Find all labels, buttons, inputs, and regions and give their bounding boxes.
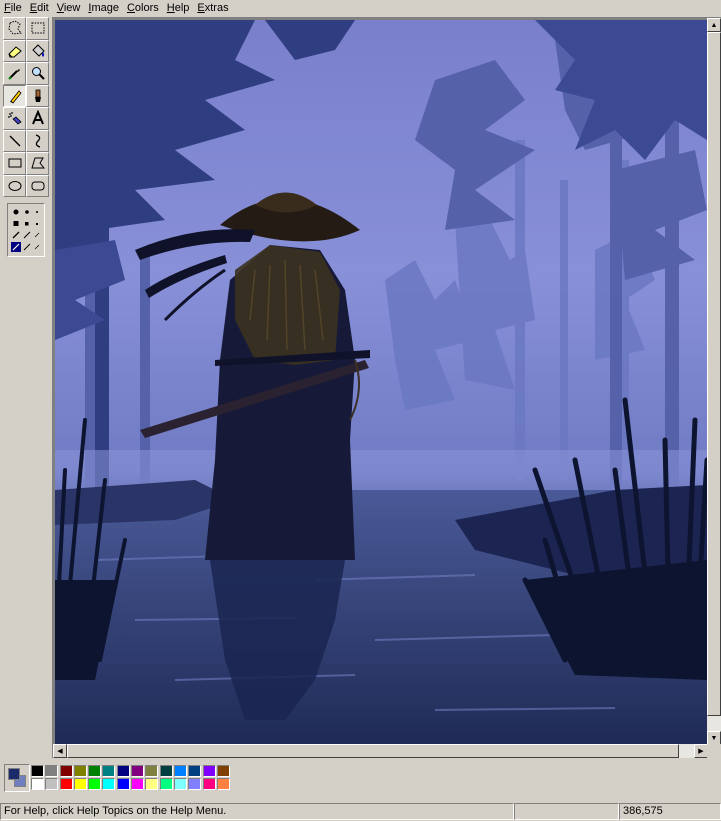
palette-swatch[interactable] <box>159 778 173 790</box>
scroll-up-button[interactable]: ▲ <box>707 18 721 32</box>
brush-tool[interactable] <box>26 84 49 107</box>
status-coordinates: 386,575 <box>619 802 721 820</box>
menu-image[interactable]: Image <box>84 0 123 16</box>
palette-swatch[interactable] <box>59 765 73 777</box>
rectangle-tool[interactable] <box>3 152 26 175</box>
palette-swatch[interactable] <box>102 778 116 790</box>
airbrush-tool[interactable] <box>3 107 26 130</box>
fill-bucket-icon <box>31 44 45 57</box>
palette-swatch[interactable] <box>159 765 173 777</box>
palette-swatch[interactable] <box>73 778 87 790</box>
menu-view[interactable]: View <box>53 0 85 16</box>
palette-swatch[interactable] <box>88 765 102 777</box>
eraser-icon <box>7 46 22 58</box>
arrow-down-icon: ▼ <box>710 734 718 742</box>
palette-swatch[interactable] <box>31 778 44 790</box>
palette-swatch[interactable] <box>202 765 216 777</box>
drawing-canvas[interactable] <box>55 20 707 745</box>
color-picker-tool[interactable] <box>3 62 26 85</box>
palette-swatch[interactable] <box>188 765 202 777</box>
ellipse-icon <box>8 180 21 191</box>
status-bar: For Help, click Help Topics on the Help … <box>0 801 721 821</box>
foreground-color-swatch[interactable] <box>8 768 20 780</box>
palette-swatch[interactable] <box>116 765 130 777</box>
airbrush-icon <box>7 112 22 125</box>
arrow-up-icon: ▲ <box>710 21 718 29</box>
palette-swatch[interactable] <box>88 778 102 790</box>
free-select-tool[interactable] <box>3 17 26 40</box>
curve-icon <box>35 134 40 148</box>
palette-swatch[interactable] <box>173 778 187 790</box>
palette-swatch[interactable] <box>188 778 202 790</box>
pencil-tool[interactable] <box>3 84 26 107</box>
current-colors-box[interactable] <box>4 764 30 792</box>
rect-select-tool[interactable] <box>26 17 49 40</box>
vertical-scroll-thumb[interactable] <box>707 32 721 716</box>
scrollbar-corner <box>707 744 721 758</box>
brush-shape-options-icon <box>11 209 40 252</box>
scroll-right-button[interactable]: ▶ <box>694 744 708 758</box>
palette-swatch[interactable] <box>173 765 187 777</box>
status-help-text: For Help, click Help Topics on the Help … <box>0 802 514 820</box>
horizontal-scrollbar[interactable]: ◀ ▶ <box>53 744 708 758</box>
tool-options-box[interactable] <box>7 203 45 257</box>
palette-swatch[interactable] <box>31 765 44 777</box>
curve-tool[interactable] <box>26 129 49 152</box>
scroll-down-button[interactable]: ▼ <box>707 731 721 745</box>
menu-bar: File Edit View Image Colors Help Extras <box>0 0 721 16</box>
color-picker-icon <box>7 69 20 80</box>
palette-swatch[interactable] <box>131 778 145 790</box>
magnifier-tool[interactable] <box>26 62 49 85</box>
palette-swatch[interactable] <box>145 765 159 777</box>
vertical-scrollbar[interactable]: ▲ ▼ <box>707 18 721 745</box>
menu-file[interactable]: File <box>0 0 26 16</box>
polygon-icon <box>30 157 45 169</box>
brush-icon <box>34 89 41 102</box>
rectangle-icon <box>8 158 21 168</box>
palette-swatches <box>31 765 231 791</box>
color-palette <box>0 759 721 797</box>
free-select-icon <box>7 20 22 35</box>
arrow-right-icon: ▶ <box>698 747 704 755</box>
toolbox <box>3 17 49 259</box>
eraser-tool[interactable] <box>3 39 26 62</box>
menu-extras[interactable]: Extras <box>193 0 232 16</box>
canvas-area: ▲ ▼ ◀ ▶ <box>52 17 721 758</box>
palette-swatch[interactable] <box>45 778 59 790</box>
palette-swatch[interactable] <box>102 765 116 777</box>
rounded-rect-icon <box>31 181 44 191</box>
magnifier-icon <box>31 67 45 80</box>
palette-swatch[interactable] <box>116 778 130 790</box>
scroll-left-button[interactable]: ◀ <box>53 744 67 758</box>
fill-tool[interactable] <box>26 39 49 62</box>
polygon-tool[interactable] <box>26 152 49 175</box>
line-tool[interactable] <box>3 129 26 152</box>
menu-help[interactable]: Help <box>163 0 194 16</box>
arrow-left-icon: ◀ <box>57 747 63 755</box>
palette-swatch[interactable] <box>216 765 230 777</box>
menu-edit[interactable]: Edit <box>26 0 53 16</box>
status-size-pane <box>514 802 619 820</box>
rect-select-icon <box>31 22 44 34</box>
palette-swatch[interactable] <box>131 765 145 777</box>
canvas-painting <box>55 20 707 745</box>
palette-swatch[interactable] <box>216 778 230 790</box>
palette-swatch[interactable] <box>202 778 216 790</box>
menu-colors[interactable]: Colors <box>123 0 163 16</box>
ellipse-tool[interactable] <box>3 174 26 197</box>
horizontal-scroll-thumb[interactable] <box>67 744 679 758</box>
rounded-rect-tool[interactable] <box>26 174 49 197</box>
pencil-icon <box>9 90 22 104</box>
line-icon <box>9 135 20 147</box>
text-icon <box>31 110 44 125</box>
palette-swatch[interactable] <box>145 778 159 790</box>
palette-swatch[interactable] <box>73 765 87 777</box>
palette-swatch[interactable] <box>59 778 73 790</box>
palette-swatch[interactable] <box>45 765 59 777</box>
text-tool[interactable] <box>26 107 49 130</box>
